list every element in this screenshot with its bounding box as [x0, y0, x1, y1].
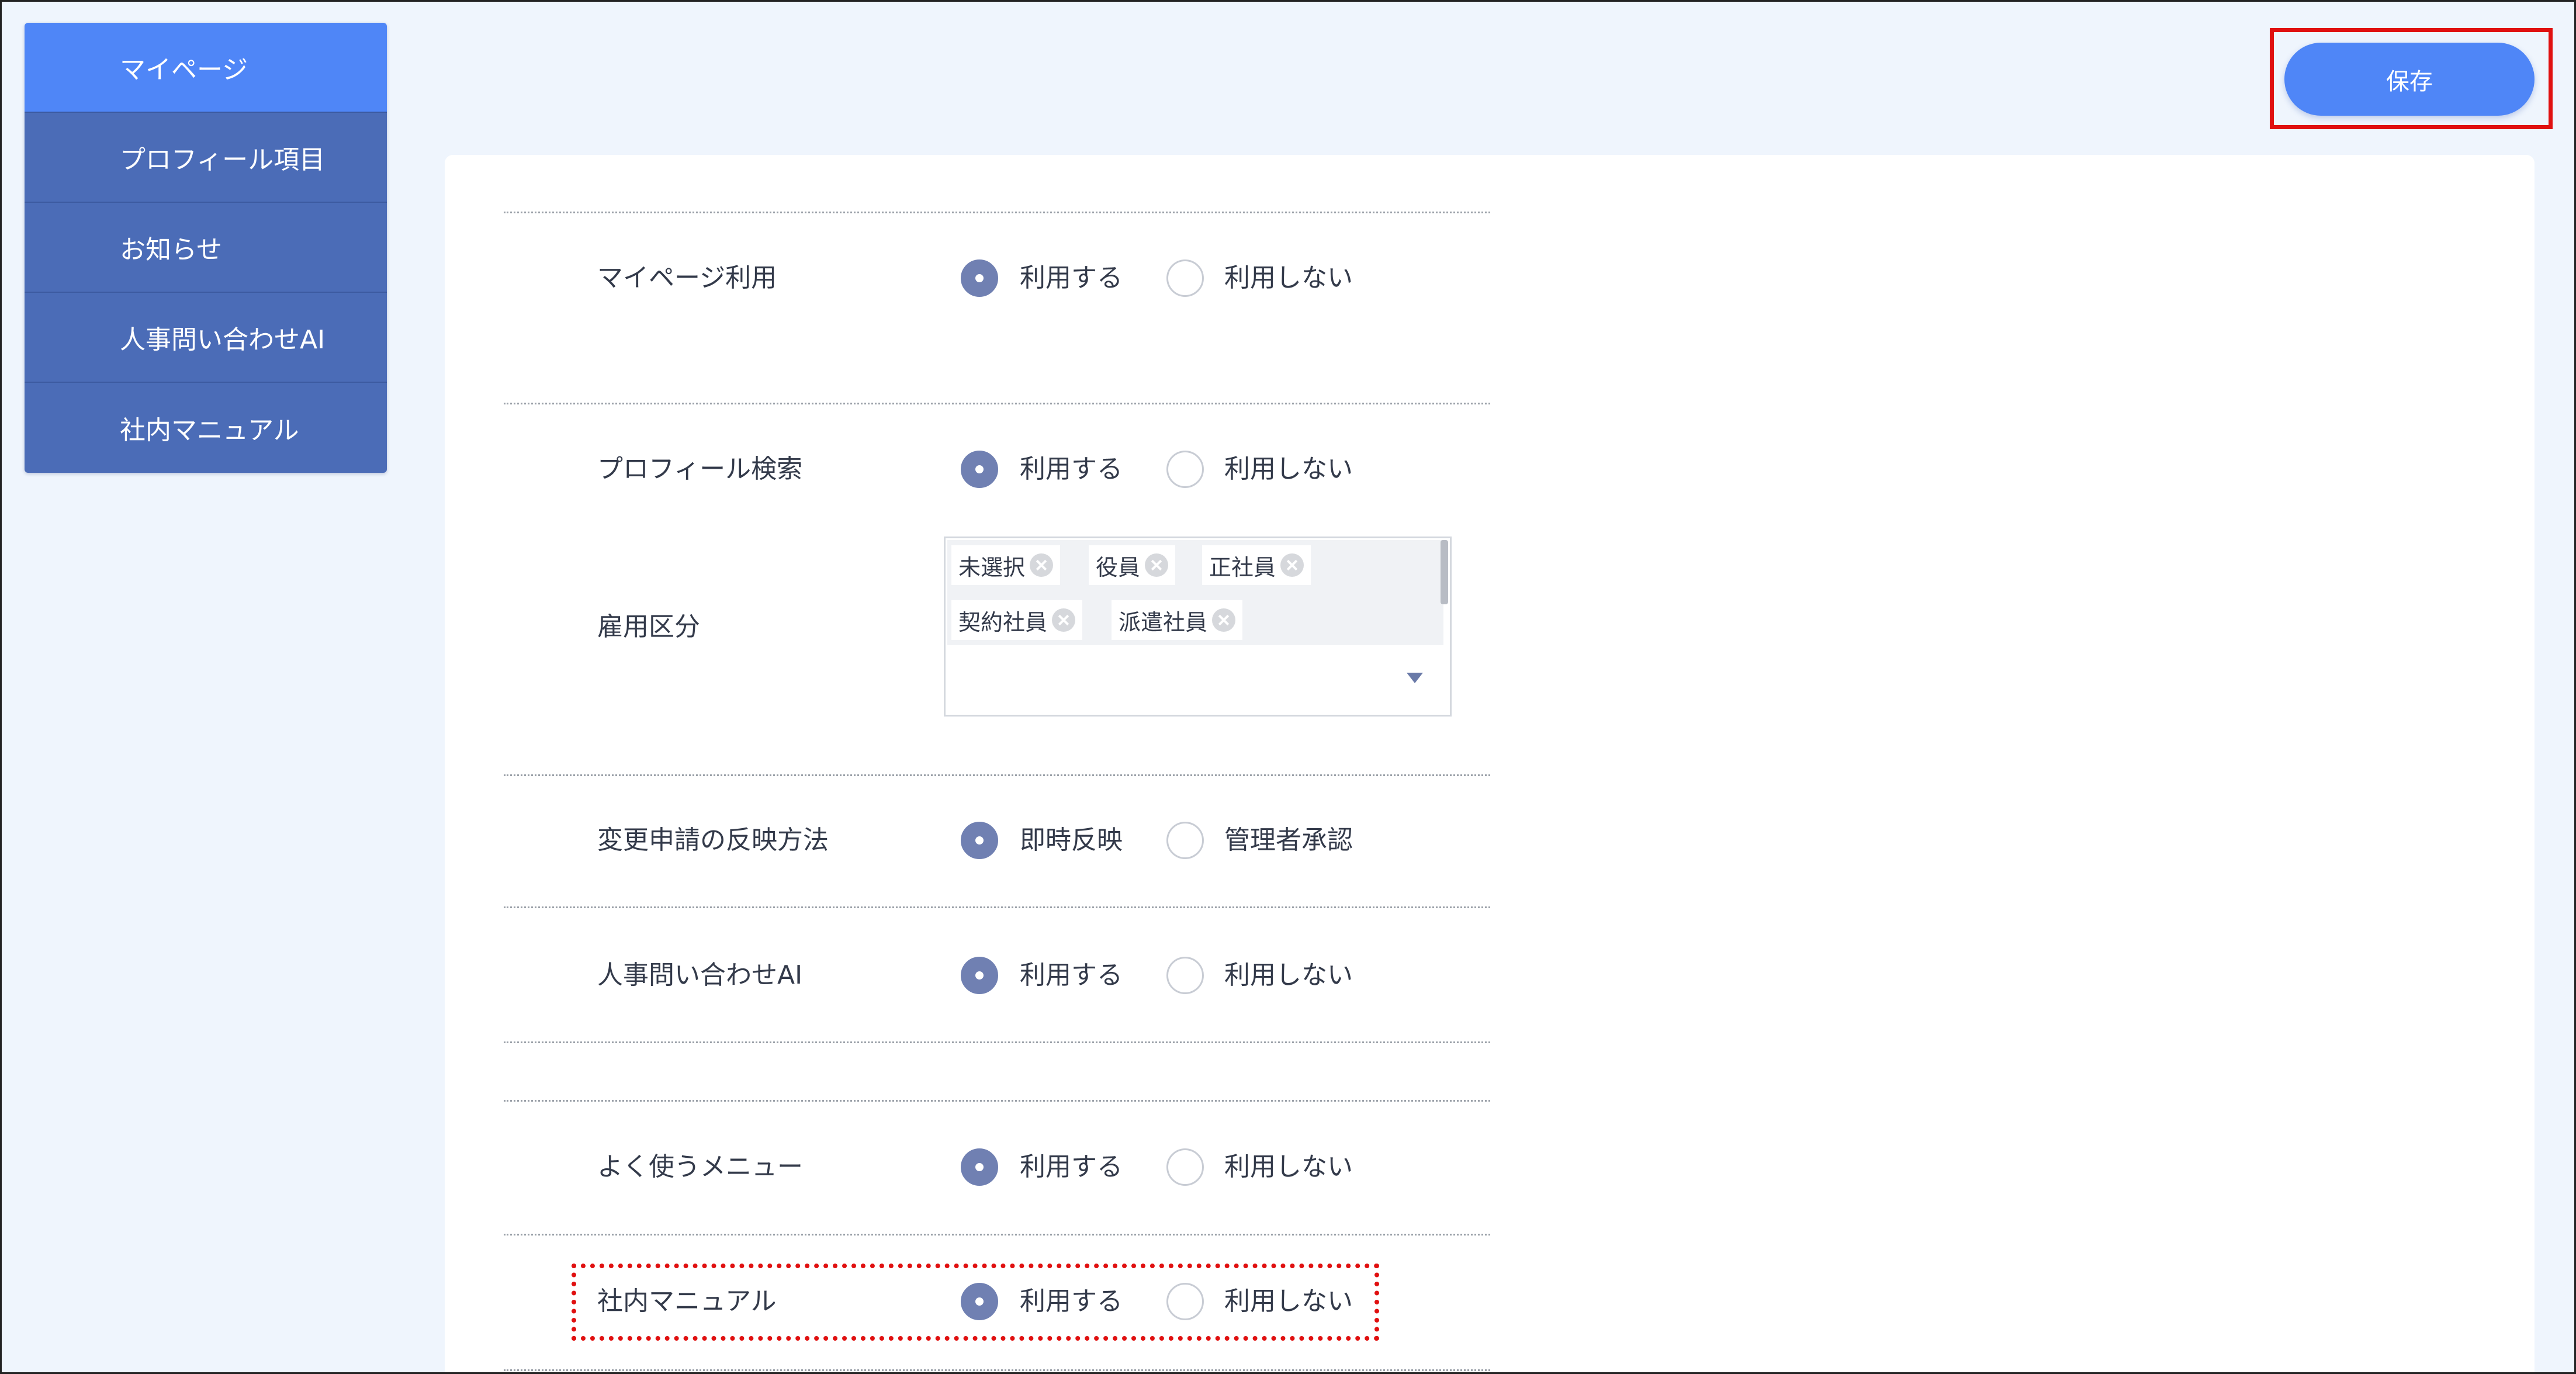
radio-label: 利用する [1020, 1152, 1123, 1182]
sidebar-item-label: 社内マニュアル [120, 416, 299, 445]
tag-label: 役員 [1096, 554, 1141, 580]
radio-label: 利用しない [1224, 1152, 1353, 1182]
tag-item: 未選択 [951, 545, 1061, 585]
screen: マイページ プロフィール項目 お知らせ 人事問い合わせAI 社内マニュアル 保存… [0, 0, 2576, 1374]
scrollbar[interactable] [1441, 540, 1448, 604]
setting-label-profile-search: プロフィール検索 [597, 454, 803, 484]
section-divider [504, 1234, 1490, 1235]
section-divider [504, 403, 1490, 404]
radio-label: 管理者承認 [1224, 825, 1353, 855]
sidebar-item-mypage[interactable]: マイページ [25, 23, 387, 113]
tag-item: 契約社員 [951, 600, 1083, 640]
setting-label-mypage: マイページ利用 [597, 263, 777, 293]
tag-label: 派遣社員 [1119, 609, 1208, 635]
save-button-label: 保存 [2386, 68, 2433, 95]
radio-change-request-approval[interactable] [1166, 822, 1204, 859]
sidebar: マイページ プロフィール項目 お知らせ 人事問い合わせAI 社内マニュアル [25, 23, 387, 473]
radio-label: 利用する [1020, 263, 1123, 293]
radio-internal-manual-nouse[interactable] [1166, 1283, 1204, 1320]
setting-label-internal-manual: 社内マニュアル [597, 1286, 777, 1316]
sidebar-item-profile-fields[interactable]: プロフィール項目 [25, 113, 387, 203]
settings-panel [445, 155, 2535, 1372]
radio-internal-manual-use[interactable] [961, 1283, 998, 1320]
save-button[interactable]: 保存 [2284, 43, 2535, 116]
sidebar-item-notices[interactable]: お知らせ [25, 203, 387, 293]
chevron-down-icon[interactable] [1407, 673, 1423, 683]
section-divider [504, 1369, 1490, 1371]
radio-label: 利用する [1020, 454, 1123, 484]
radio-hr-ai-use[interactable] [961, 957, 998, 994]
tag-remove-icon[interactable] [1052, 608, 1076, 632]
tag-item: 役員 [1089, 545, 1176, 585]
setting-label-frequent-menu: よく使うメニュー [597, 1152, 803, 1182]
sidebar-item-internal-manual[interactable]: 社内マニュアル [25, 383, 387, 473]
section-divider [504, 212, 1490, 213]
section-divider [504, 774, 1490, 776]
radio-label: 利用しない [1224, 263, 1353, 293]
sidebar-item-label: 人事問い合わせAI [120, 325, 326, 355]
tag-remove-icon[interactable] [1212, 608, 1236, 632]
tag-remove-icon[interactable] [1030, 553, 1054, 577]
sidebar-item-hr-ai[interactable]: 人事問い合わせAI [25, 293, 387, 383]
radio-label: 利用する [1020, 1286, 1123, 1316]
radio-label: 利用しない [1224, 960, 1353, 990]
sidebar-item-label: お知らせ [120, 235, 223, 265]
section-divider [504, 906, 1490, 908]
radio-change-request-immediate[interactable] [961, 822, 998, 859]
tag-label: 正社員 [1209, 554, 1276, 580]
tag-item: 正社員 [1202, 545, 1311, 585]
sidebar-item-label: マイページ [120, 55, 248, 85]
radio-mypage-use[interactable] [961, 259, 998, 297]
radio-profile-search-use[interactable] [961, 451, 998, 488]
radio-label: 利用しない [1224, 1286, 1353, 1316]
radio-label: 利用する [1020, 960, 1123, 990]
section-divider [504, 1100, 1490, 1102]
radio-mypage-nouse[interactable] [1166, 259, 1204, 297]
radio-hr-ai-nouse[interactable] [1166, 957, 1204, 994]
sidebar-item-label: プロフィール項目 [120, 145, 326, 175]
setting-label-hr-ai: 人事問い合わせAI [597, 960, 803, 990]
tag-label: 未選択 [958, 554, 1026, 580]
radio-frequent-menu-nouse[interactable] [1166, 1148, 1204, 1186]
tag-item: 派遣社員 [1112, 600, 1243, 640]
tag-remove-icon[interactable] [1145, 553, 1169, 577]
section-divider [504, 1041, 1490, 1043]
radio-profile-search-nouse[interactable] [1166, 451, 1204, 488]
tag-label: 契約社員 [958, 609, 1048, 635]
radio-label: 利用しない [1224, 454, 1353, 484]
radio-frequent-menu-use[interactable] [961, 1148, 998, 1186]
setting-label-employment-type: 雇用区分 [597, 612, 700, 642]
tag-remove-icon[interactable] [1280, 553, 1304, 577]
radio-label: 即時反映 [1020, 825, 1123, 855]
setting-label-change-request: 変更申請の反映方法 [597, 825, 829, 855]
